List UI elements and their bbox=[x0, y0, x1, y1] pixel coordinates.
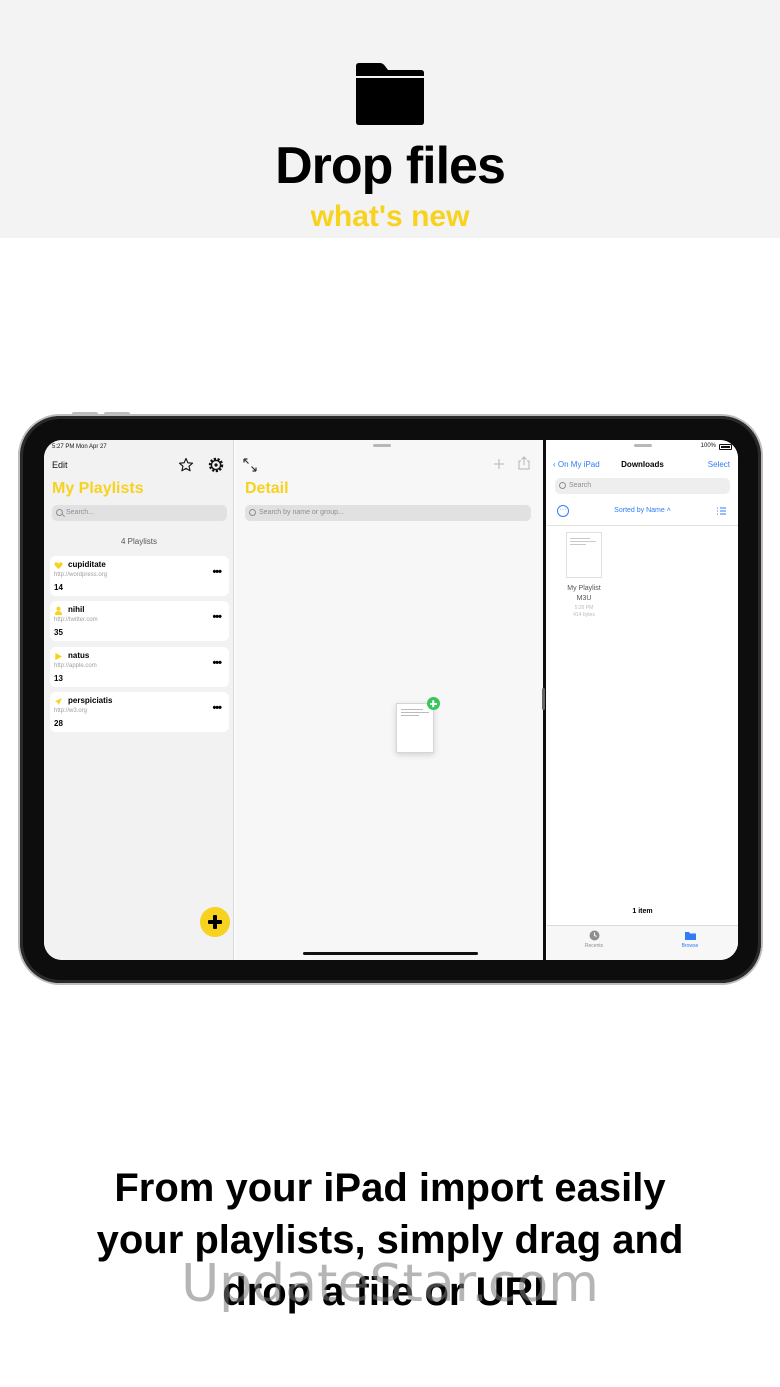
text-line bbox=[570, 538, 590, 539]
folder-icon bbox=[684, 932, 696, 940]
select-button[interactable]: Select bbox=[708, 460, 730, 469]
file-thumbnail[interactable] bbox=[566, 532, 602, 578]
tab-label: Recents bbox=[584, 943, 604, 949]
playlist-name: cupiditate bbox=[68, 560, 106, 569]
search-icon bbox=[559, 482, 566, 489]
heart-icon bbox=[54, 562, 63, 570]
file-size: 414 bytes bbox=[573, 612, 595, 618]
clock-icon bbox=[589, 930, 599, 941]
edit-button[interactable]: Edit bbox=[52, 460, 68, 470]
battery-icon bbox=[719, 444, 732, 450]
hero-subtitle: what's new bbox=[310, 200, 470, 233]
multitasking-handle[interactable] bbox=[634, 444, 652, 447]
playlist-url: http://w3.org bbox=[54, 708, 88, 714]
text-line bbox=[401, 715, 419, 716]
text-line bbox=[401, 709, 423, 710]
playlist-name: perspiciatis bbox=[68, 696, 113, 705]
playlist-url: http://wordpress.org bbox=[54, 572, 108, 578]
playlists-column: 5:27 PM Mon Apr 27 Edit My Playlists Sea… bbox=[44, 440, 234, 960]
add-icon[interactable] bbox=[493, 458, 505, 470]
more-options-icon[interactable]: ••• bbox=[212, 611, 222, 623]
search-icon bbox=[56, 509, 63, 516]
dragged-file-preview[interactable] bbox=[396, 703, 434, 753]
playlists-search-input[interactable]: Search... bbox=[52, 505, 227, 521]
text-line bbox=[570, 544, 586, 545]
playlist-row[interactable]: cupiditate http://wordpress.org 14 ••• bbox=[50, 556, 229, 596]
search-placeholder: Search... bbox=[66, 509, 95, 516]
playlist-count: 13 bbox=[54, 674, 63, 683]
detail-title: Detail bbox=[245, 480, 289, 497]
separator bbox=[547, 525, 738, 526]
star-icon[interactable] bbox=[178, 457, 194, 473]
playlist-row[interactable]: nihil http://twitter.com 35 ••• bbox=[50, 601, 229, 641]
list-view-icon[interactable] bbox=[717, 507, 726, 515]
playlist-row[interactable]: natus http://apple.com 13 ••• bbox=[50, 647, 229, 687]
file-name-line1: My Playlist bbox=[567, 585, 601, 592]
search-placeholder: Search bbox=[569, 482, 592, 489]
file-time: 5:26 PM bbox=[574, 605, 594, 611]
caption-line: From your iPad import easily bbox=[114, 1166, 666, 1210]
files-tab-bar: Recents Browse bbox=[547, 925, 738, 960]
playlist-count: 35 bbox=[54, 628, 63, 637]
home-indicator bbox=[303, 952, 478, 955]
app-screenshot-page: Drop files what's new 5:27 PM Mon Apr 27… bbox=[0, 0, 780, 1387]
playlists-count: 4 Playlists bbox=[120, 537, 157, 546]
more-options-icon[interactable]: ••• bbox=[212, 566, 222, 578]
files-app-column: 100% ‹ On My iPad Downloads Select Searc… bbox=[547, 440, 738, 960]
detail-column: Detail Search by name or group... bbox=[235, 440, 543, 960]
more-options-icon[interactable]: ••• bbox=[212, 657, 222, 669]
playlist-name: nihil bbox=[68, 605, 85, 614]
add-badge-icon bbox=[427, 697, 440, 710]
text-line bbox=[401, 712, 429, 713]
share-icon[interactable] bbox=[518, 456, 530, 470]
item-count: 1 item bbox=[632, 908, 653, 915]
search-placeholder: Search by name or group... bbox=[259, 509, 344, 516]
playlist-url: http://apple.com bbox=[54, 663, 97, 669]
file-name-line2: M3U bbox=[576, 595, 592, 602]
file-meta: 5:26 PM 414 bytes bbox=[557, 605, 611, 619]
hero-banner: Drop files what's new bbox=[0, 0, 780, 238]
play-icon bbox=[55, 652, 63, 661]
status-bar-time: 5:27 PM Mon Apr 27 bbox=[52, 444, 107, 450]
gear-icon[interactable] bbox=[207, 456, 225, 474]
ipad-screen: 5:27 PM Mon Apr 27 Edit My Playlists Sea… bbox=[44, 440, 738, 960]
tab-label: Browse bbox=[681, 943, 699, 949]
playlist-name: natus bbox=[68, 651, 90, 660]
tab-browse[interactable]: Browse bbox=[660, 930, 720, 949]
hero-title: Drop files bbox=[275, 137, 506, 195]
more-options-icon[interactable]: ••• bbox=[212, 702, 222, 714]
playlists-title: My Playlists bbox=[52, 480, 144, 497]
playlist-url: http://twitter.com bbox=[54, 617, 98, 623]
multitasking-handle[interactable] bbox=[373, 444, 391, 447]
split-view-handle[interactable] bbox=[542, 688, 545, 710]
add-playlist-button[interactable] bbox=[200, 907, 230, 937]
folder-icon bbox=[356, 63, 424, 125]
sort-label: Sorted by Name bbox=[614, 507, 665, 514]
chevron-up-icon: ˄ bbox=[666, 507, 671, 514]
airplane-icon bbox=[54, 697, 63, 706]
playlist-count: 14 bbox=[54, 583, 63, 592]
sort-button[interactable]: Sorted by Name ˄ bbox=[547, 507, 738, 514]
files-search-input[interactable]: Search bbox=[555, 478, 730, 494]
watermark: UpdateStar.com bbox=[181, 1254, 599, 1314]
text-line bbox=[570, 541, 596, 542]
search-icon bbox=[249, 509, 256, 516]
file-name: My Playlist M3U bbox=[557, 584, 611, 604]
detail-search-input[interactable]: Search by name or group... bbox=[245, 505, 531, 521]
playlist-count: 28 bbox=[54, 719, 63, 728]
playlist-row[interactable]: perspiciatis http://w3.org 28 ••• bbox=[50, 692, 229, 732]
person-icon bbox=[54, 606, 63, 615]
tab-recents[interactable]: Recents bbox=[564, 930, 624, 949]
battery-percentage: 100% bbox=[700, 443, 716, 449]
expand-icon[interactable] bbox=[243, 458, 257, 472]
